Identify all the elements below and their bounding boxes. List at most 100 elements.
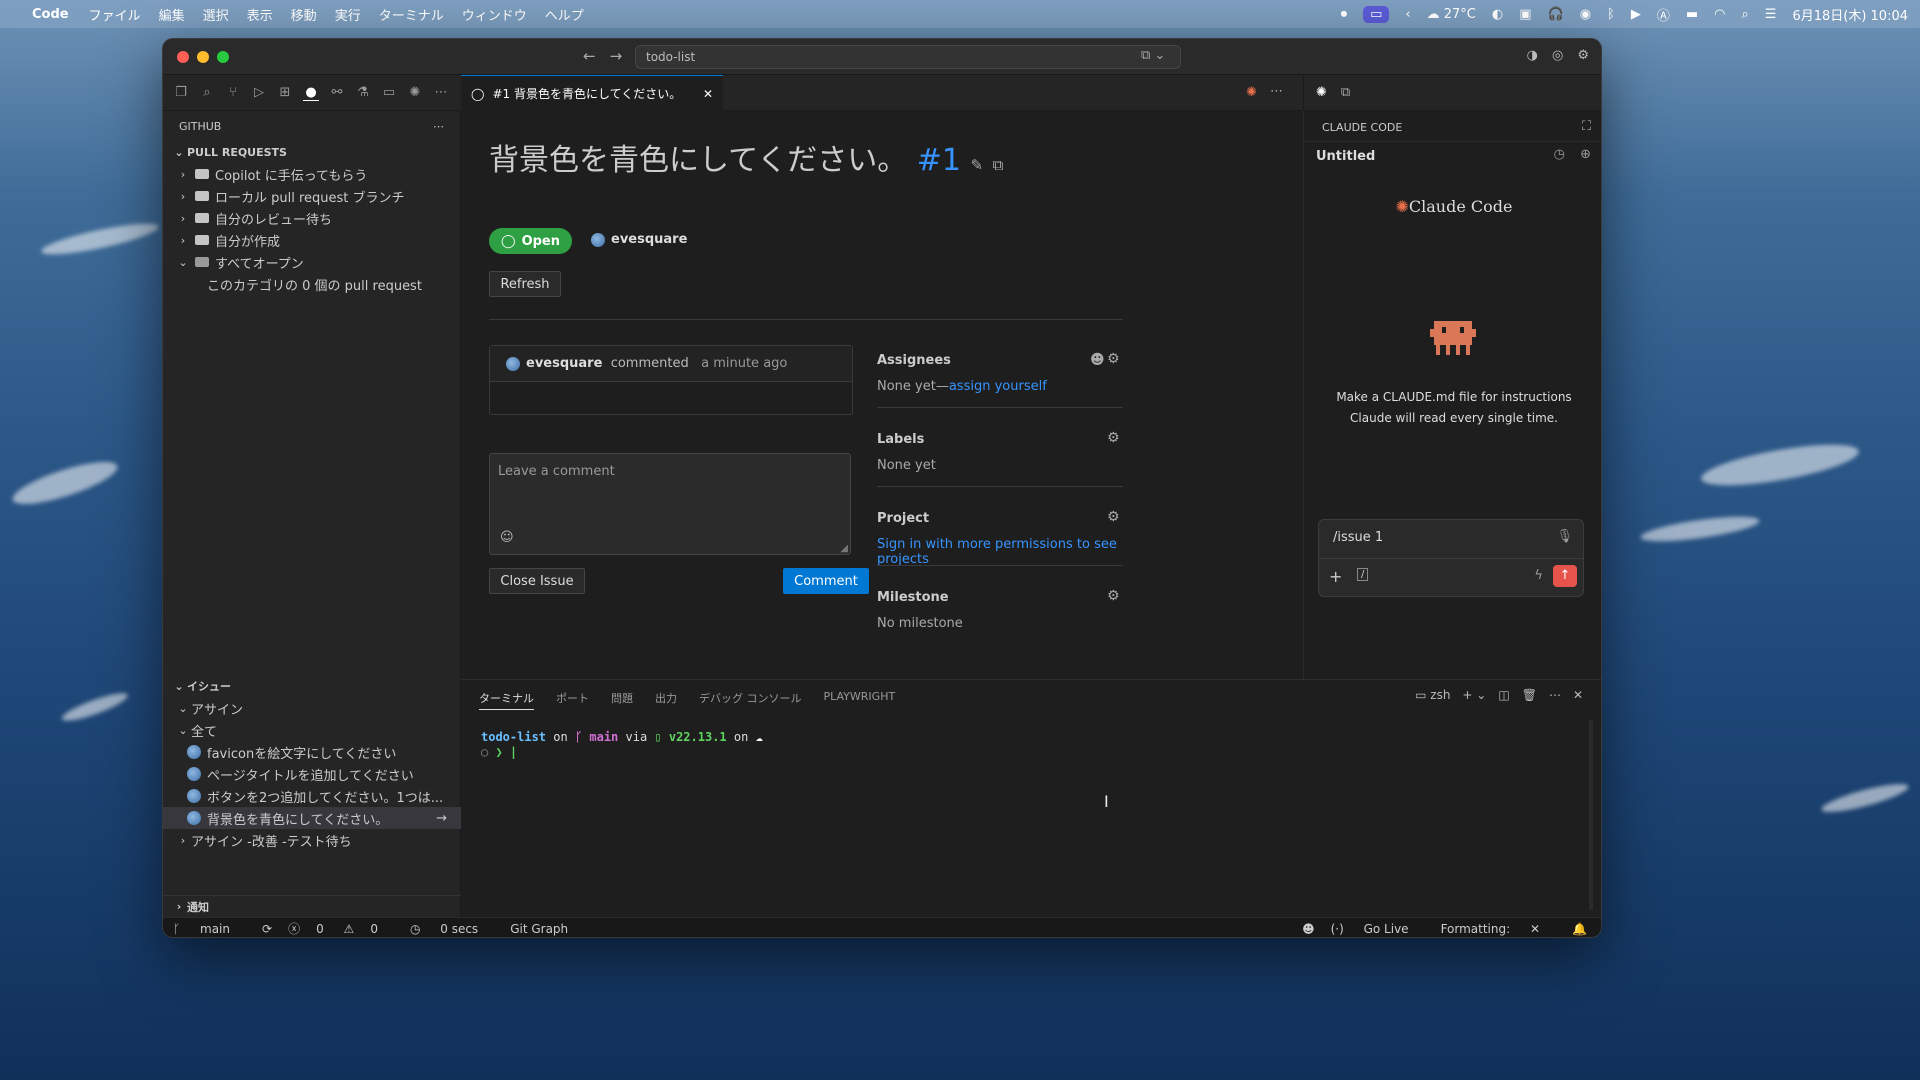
pr-category[interactable]: ⌄ すべてオープン — [163, 251, 460, 273]
weather-widget[interactable]: ☁ 27°C — [1427, 7, 1476, 22]
pr-category[interactable]: › ローカル pull request ブランチ — [163, 185, 460, 207]
git-graph-button[interactable]: Git Graph — [510, 922, 568, 936]
chat-icon[interactable]: ⧉ — [1341, 85, 1350, 100]
testing-icon[interactable]: ⚗ — [355, 85, 371, 101]
bell-icon[interactable]: 🔔 — [1572, 922, 1587, 936]
issue-group[interactable]: ⌄ 全て — [163, 719, 461, 741]
menu-window[interactable]: ウィンドウ — [462, 5, 527, 24]
issue-item[interactable]: ページタイトルを追加してください — [163, 763, 461, 785]
menu-selection[interactable]: 選択 — [203, 5, 229, 24]
timer-indicator[interactable]: ◷ 0 secs — [410, 922, 494, 936]
pr-category[interactable]: › Copilot に手伝ってもらう — [163, 163, 460, 185]
issues-section[interactable]: ⌄ イシュー — [163, 675, 461, 697]
forward-arrow-icon[interactable]: → — [610, 47, 623, 65]
terminal-shell-selector[interactable]: ▭ zsh — [1415, 688, 1450, 702]
issue-item[interactable]: faviconを絵文字にしてください — [163, 741, 461, 763]
resize-handle[interactable]: ◢ — [840, 543, 848, 554]
comment-author[interactable]: evesquare — [526, 356, 602, 371]
tab-ports[interactable]: ポート — [556, 690, 589, 710]
pr-category[interactable]: › 自分のレビュー待ち — [163, 207, 460, 229]
maximize-icon[interactable]: ⛶ — [1582, 119, 1591, 134]
labels-gear-icon[interactable]: ⚙ — [1107, 430, 1120, 446]
branch-indicator[interactable]: ᚴ main — [173, 922, 246, 936]
close-window-button[interactable] — [177, 50, 189, 63]
tab-problems[interactable]: 問題 — [611, 690, 633, 710]
assignees-gear-icon[interactable]: ⚙ — [1107, 351, 1120, 367]
menu-app-name[interactable]: Code — [32, 7, 69, 22]
play-icon[interactable]: ▶ — [1631, 7, 1641, 22]
github-icon[interactable]: ● — [303, 85, 319, 101]
project-gear-icon[interactable]: ⚙ — [1107, 509, 1120, 525]
tab-issue-1[interactable]: ◯ #1 背景色を青色にしてください。 ✕ — [461, 75, 723, 111]
minimize-window-button[interactable] — [197, 50, 209, 63]
trash-icon[interactable]: 🗑 — [1522, 688, 1537, 702]
notifications-section[interactable]: › 通知 — [163, 895, 461, 917]
send-button[interactable]: ↑ — [1553, 565, 1577, 587]
new-session-icon[interactable]: ⊕ — [1580, 147, 1591, 162]
display-icon[interactable]: ▣ — [1519, 7, 1531, 22]
split-terminal-icon[interactable]: ◫ — [1498, 688, 1509, 702]
comment-button[interactable]: Comment — [783, 568, 869, 594]
bluetooth-icon[interactable]: ᛒ — [1607, 7, 1615, 22]
more-icon[interactable]: ⋯ — [1549, 688, 1561, 702]
input-source-icon[interactable]: Ⓐ — [1657, 5, 1670, 24]
new-terminal-icon[interactable]: + ⌄ — [1462, 688, 1486, 702]
close-icon[interactable]: ✕ — [703, 87, 713, 101]
remote-explorer-icon[interactable]: ⚯ — [329, 85, 345, 101]
chevron-left-icon[interactable]: ‹ — [1405, 7, 1410, 22]
account-icon[interactable]: ◎ — [1552, 48, 1563, 63]
control-center-icon[interactable]: ☰ — [1765, 7, 1777, 22]
sidebar-more-icon[interactable]: ⋯ — [433, 120, 444, 133]
issue-author[interactable]: evesquare — [591, 232, 687, 247]
pull-requests-section[interactable]: ⌄ PULL REQUESTS — [163, 141, 460, 163]
copilot-chat-icon[interactable]: ⧉ ⌄ — [1141, 48, 1165, 63]
problems-indicator[interactable]: ⓧ 0 ⚠ 0 — [288, 920, 394, 937]
record-icon[interactable]: ⏺ — [1341, 7, 1348, 22]
source-control-icon[interactable]: ⑂ — [225, 85, 241, 101]
issue-group[interactable]: › アサイン -改善 -テスト待ち — [163, 829, 461, 851]
milestone-gear-icon[interactable]: ⚙ — [1107, 588, 1120, 604]
tab-debug-console[interactable]: デバッグ コンソール — [699, 690, 802, 710]
zoom-window-button[interactable] — [217, 50, 229, 63]
microphone-icon[interactable]: 🎙 — [1556, 529, 1573, 544]
tab-playwright[interactable]: PLAYWRIGHT — [824, 690, 896, 710]
copy-icon[interactable]: ⧉ — [993, 156, 1004, 174]
menu-run[interactable]: 実行 — [335, 5, 361, 24]
sync-icon[interactable]: ⟳ — [262, 922, 272, 936]
assign-yourself-link[interactable]: assign yourself — [949, 379, 1047, 394]
close-issue-button[interactable]: Close Issue — [489, 568, 585, 594]
history-icon[interactable]: ◷ — [1554, 147, 1565, 162]
menu-file[interactable]: ファイル — [89, 5, 141, 24]
settings-gear-icon[interactable]: ⚙ — [1577, 48, 1589, 63]
issue-item-selected[interactable]: 背景色を青色にしてください。 → — [163, 807, 461, 829]
headphones-icon[interactable]: 🎧 — [1548, 7, 1564, 22]
terminal-scrollbar[interactable] — [1589, 720, 1593, 910]
slash-command-icon[interactable]: / — [1357, 568, 1369, 581]
claude-prompt-input[interactable]: /issue 1 — [1333, 530, 1383, 545]
tab-terminal[interactable]: ターミナル — [479, 690, 534, 710]
copilot-icon[interactable]: ☻ — [1302, 922, 1315, 936]
issue-item[interactable]: ボタンを2つ追加してください。1つは... — [163, 785, 461, 807]
lightning-icon[interactable]: ϟ — [1534, 568, 1543, 583]
claude-prompt-box[interactable]: /issue 1 🎙 + / ϟ ↑ — [1318, 519, 1584, 597]
airdrop-icon[interactable]: ◉ — [1580, 7, 1591, 22]
menu-help[interactable]: ヘルプ — [545, 5, 584, 24]
spotlight-icon[interactable]: ⌕ — [1742, 7, 1749, 22]
run-debug-icon[interactable]: ▷ — [251, 85, 267, 101]
close-panel-icon[interactable]: ✕ — [1573, 688, 1583, 702]
issue-group[interactable]: ⌄ アサイン — [163, 697, 461, 719]
emoji-reaction-icon[interactable]: ☺ — [500, 530, 514, 545]
clock[interactable]: 6月18日(木) 10:04 — [1792, 5, 1908, 24]
formatting-indicator[interactable]: Formatting: ✕ — [1441, 922, 1556, 936]
battery-icon[interactable]: ▬ — [1686, 7, 1698, 22]
comment-textarea[interactable]: Leave a comment ☺ ◢ — [489, 453, 851, 555]
issue-number[interactable]: #1 — [917, 143, 961, 178]
extensions-icon[interactable]: ⊞ — [277, 85, 293, 101]
go-live-button[interactable]: (·) Go Live — [1331, 922, 1425, 936]
command-center-search[interactable]: todo-list — [635, 45, 1181, 69]
claude-spark-icon[interactable]: ✺ — [1246, 85, 1257, 100]
menu-view[interactable]: 表示 — [247, 5, 273, 24]
terminal-output[interactable]: todo-list on ᚴ main via ▯ v22.13.1 on ☁ … — [481, 730, 763, 760]
project-signin-link[interactable]: Sign in with more permissions to see pro… — [877, 537, 1123, 567]
edit-pencil-icon[interactable]: ✎ — [971, 156, 984, 174]
